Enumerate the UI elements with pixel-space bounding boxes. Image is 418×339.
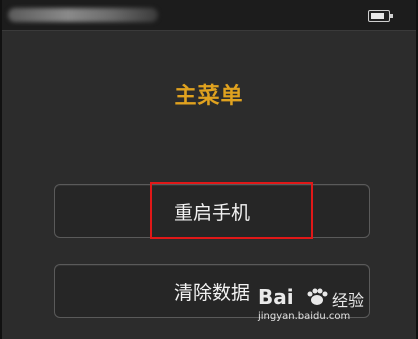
page-title: 主菜单 (174, 84, 244, 109)
watermark-url: jingyan.baidu.com (258, 311, 351, 322)
baidu-jingyan-watermark: Bai 经验 jingyan.baidu.com (258, 285, 388, 329)
status-bar (0, 0, 418, 31)
left-edge (0, 0, 2, 339)
clear-data-label: 清除数据 (173, 281, 250, 304)
watermark-suffix: 经验 (332, 291, 365, 310)
restart-phone-label: 重启手机 (173, 201, 250, 224)
restart-phone-button[interactable]: 重启手机 (54, 184, 370, 238)
status-bar-blurred-text (8, 8, 158, 22)
paw-logo-icon (307, 288, 328, 305)
watermark-brand: Bai (258, 285, 294, 309)
battery-level-fill (371, 13, 384, 19)
battery-icon (368, 10, 393, 22)
